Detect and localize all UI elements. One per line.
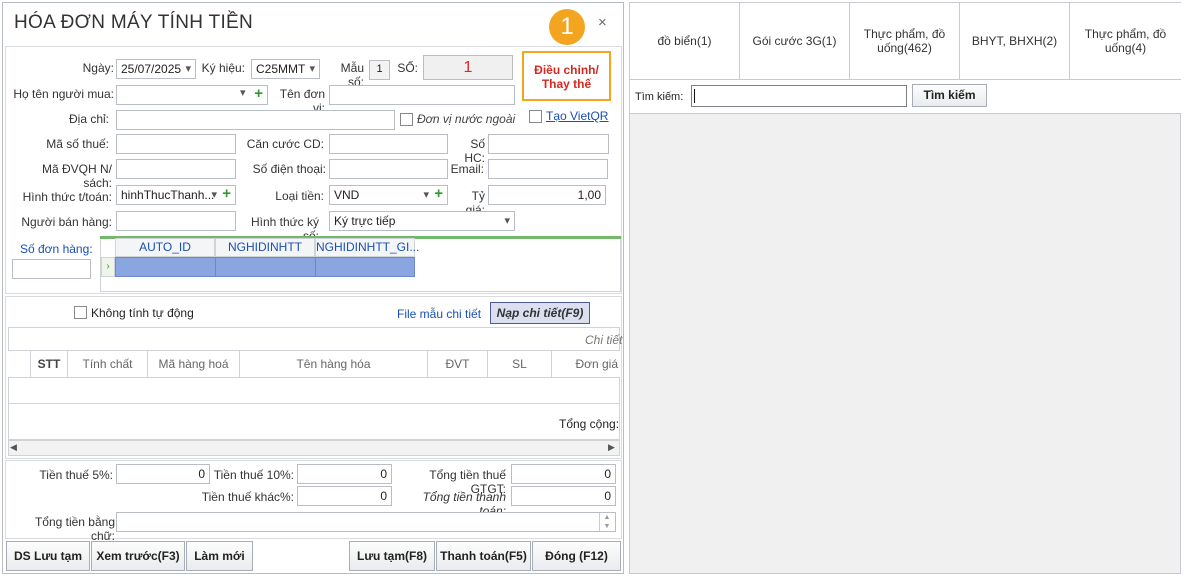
number-label: SỐ: — [397, 61, 418, 75]
scroll-left-icon[interactable]: ◀ — [10, 442, 17, 453]
foreign-checkbox[interactable] — [400, 113, 413, 126]
vat5-label: Tiền thuế 5%: — [39, 468, 113, 482]
budget-label: Mã ĐVQH N/ sách: — [41, 162, 112, 190]
tax-label: Mã số thuế: — [46, 137, 109, 151]
date-label: Ngày: — [82, 61, 114, 75]
auto-calc-label: Không tính tự động — [91, 306, 194, 320]
category-tab-3g[interactable]: Gói cước 3G(1) — [740, 3, 850, 79]
add-buyer-icon[interactable]: + — [254, 86, 263, 102]
vietqr-checkbox[interactable] — [529, 110, 542, 123]
words-label: Tổng tiền bằng chữ: — [34, 515, 115, 543]
form-field: 1 — [369, 60, 390, 80]
close-button[interactable]: Đóng (F12) — [532, 541, 621, 571]
auto-calc-checkbox[interactable] — [74, 306, 87, 319]
invoice-number: 1 — [423, 55, 513, 80]
words-spin-icon[interactable]: ▲ ▼ — [599, 513, 614, 531]
symbol-label: Ký hiệu: — [201, 61, 245, 75]
save-draft-button[interactable]: Lưu tạm(F8) — [349, 541, 435, 571]
search-input[interactable] — [691, 85, 907, 107]
orders-row-divider-1 — [215, 257, 216, 277]
text-cursor — [694, 89, 695, 103]
payment-select[interactable]: hinhThucThanh... + — [116, 185, 236, 205]
col-code[interactable]: Mã hàng hoá — [148, 350, 240, 378]
orders-col-1[interactable]: AUTO_ID — [115, 238, 215, 257]
vat10-label: Tiền thuế 10%: — [213, 468, 294, 482]
pay-button[interactable]: Thanh toán(F5) — [436, 541, 531, 571]
vietqr-link[interactable]: Tạo VietQR — [546, 109, 608, 123]
id-label: Căn cước CD: — [246, 137, 324, 151]
category-tab-insurance[interactable]: BHYT, BHXH(2) — [960, 3, 1070, 79]
seller-label: Người bán hàng: — [21, 215, 112, 229]
orders-label: Số đơn hàng: — [20, 242, 93, 256]
vat10-field[interactable]: 0 — [297, 464, 392, 484]
phone-input[interactable] — [329, 159, 448, 179]
orders-col-2[interactable]: NGHIDINHTT — [215, 238, 315, 257]
budget-input[interactable] — [116, 159, 236, 179]
step-badge: 1 — [549, 9, 585, 45]
close-icon[interactable]: × — [598, 14, 607, 31]
rate-input[interactable]: 1,00 — [488, 185, 606, 205]
scroll-right-icon[interactable]: ▶ — [608, 442, 615, 453]
search-label: Tìm kiếm: — [635, 91, 684, 103]
detail-divider — [8, 403, 620, 404]
vat5-field[interactable]: 0 — [116, 464, 210, 484]
refresh-button[interactable]: Làm mới — [186, 541, 253, 571]
phone-label: Số điện thoại: — [252, 162, 326, 176]
col-property[interactable]: Tính chất — [67, 350, 148, 378]
address-label: Địa chỉ: — [68, 112, 109, 126]
col-stt[interactable]: STT — [31, 357, 67, 371]
foreign-label: Đơn vị nước ngoài — [417, 112, 516, 126]
address-input[interactable] — [116, 110, 395, 130]
id-input[interactable] — [329, 134, 448, 154]
currency-select[interactable]: VND + — [329, 185, 448, 205]
date-picker[interactable]: 25/07/2025 — [116, 59, 196, 79]
sign-select[interactable]: Ký trực tiếp — [329, 211, 515, 231]
detail-total-label: Tổng cộng: — [559, 417, 620, 431]
preview-button[interactable]: Xem trước(F3) — [91, 541, 185, 571]
hc-input[interactable] — [488, 134, 609, 154]
seller-input[interactable] — [116, 211, 236, 231]
pay-total-field: 0 — [511, 486, 616, 506]
vat-total-field: 0 — [511, 464, 616, 484]
orders-input[interactable] — [12, 259, 91, 279]
draft-list-button[interactable]: DS Lưu tạm — [6, 541, 90, 571]
horizontal-scrollbar[interactable] — [8, 440, 620, 456]
words-field — [116, 512, 616, 532]
col-price[interactable]: Đơn giá — [552, 350, 620, 378]
buyer-dropdown-icon[interactable]: ▾ — [240, 86, 246, 99]
payment-label: Hình thức t/toán: — [22, 190, 112, 204]
template-link[interactable]: File mẫu chi tiết — [397, 307, 481, 321]
detail-grid — [8, 327, 620, 440]
col-name[interactable]: Tên hàng hóa — [240, 350, 428, 378]
row-indicator-icon: › — [101, 257, 115, 277]
email-label: Email: — [450, 162, 484, 176]
add-payment-icon[interactable]: + — [222, 186, 231, 202]
detail-indicator-col — [8, 350, 31, 378]
window-title: HÓA ĐƠN MÁY TÍNH TIỀN — [14, 12, 254, 33]
other-tax-label: Tiền thuế khác%: — [201, 490, 294, 504]
detail-group-header: Chi tiết — [585, 333, 623, 347]
col-unit[interactable]: ĐVT — [428, 350, 488, 378]
buyer-label: Họ tên người mua: — [13, 87, 114, 101]
search-button[interactable]: Tìm kiếm — [912, 84, 987, 107]
category-tab-food-4[interactable]: Thực phẩm, đồ uống(4) — [1070, 3, 1181, 79]
category-tab-seafood[interactable]: đồ biển(1) — [630, 3, 740, 79]
orders-row-divider-2 — [315, 257, 316, 277]
add-currency-icon[interactable]: + — [434, 186, 443, 202]
col-qty[interactable]: SL — [488, 350, 552, 378]
category-tab-food-462[interactable]: Thực phẩm, đồ uống(462) — [850, 3, 960, 79]
hc-label: Số HC: — [464, 137, 485, 165]
orders-row[interactable] — [115, 257, 415, 277]
other-tax-field[interactable]: 0 — [297, 486, 392, 506]
load-detail-button[interactable]: Nạp chi tiết(F9) — [490, 302, 590, 324]
currency-label: Loại tiền: — [275, 189, 324, 203]
unit-input[interactable] — [329, 85, 515, 105]
adjust-replace-button[interactable]: Điều chỉnh/ Thay thế — [522, 51, 611, 101]
symbol-select[interactable]: C25MMT — [251, 59, 320, 79]
orders-col-3[interactable]: NGHIDINHTT_GI... — [315, 238, 419, 257]
product-panel: đồ biển(1) Gói cước 3G(1) Thực phẩm, đồ … — [629, 2, 1181, 574]
email-input[interactable] — [488, 159, 608, 179]
tax-input[interactable] — [116, 134, 236, 154]
